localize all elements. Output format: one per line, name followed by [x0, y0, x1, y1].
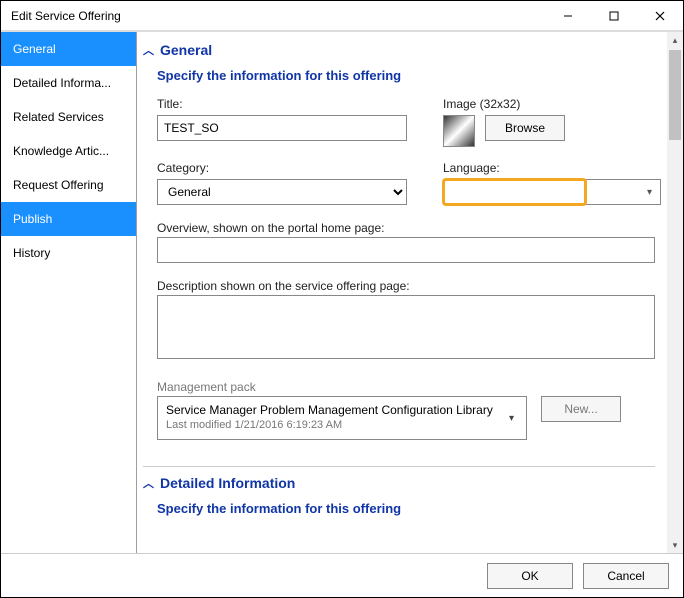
scroll-up-icon[interactable]: ▴: [667, 32, 683, 48]
section-subtitle: Specify the information for this offerin…: [143, 62, 655, 97]
description-label: Description shown on the service offerin…: [157, 279, 410, 293]
sidebar: General Detailed Informa... Related Serv…: [1, 32, 137, 553]
overview-label: Overview, shown on the portal home page:: [157, 221, 384, 235]
ok-button[interactable]: OK: [487, 563, 573, 589]
management-pack-select[interactable]: Service Manager Problem Management Confi…: [157, 396, 527, 440]
language-label: Language:: [443, 161, 661, 175]
title-label: Title:: [157, 97, 417, 111]
image-thumbnail: [443, 115, 475, 147]
content-pane: ︿ General Specify the information for th…: [137, 32, 667, 553]
highlight-box: [442, 178, 587, 206]
category-label: Category:: [157, 161, 417, 175]
section-title: Detailed Information: [160, 475, 295, 491]
close-button[interactable]: [637, 1, 683, 31]
cancel-button[interactable]: Cancel: [583, 563, 669, 589]
description-input[interactable]: [157, 295, 655, 359]
image-label: Image (32x32): [443, 97, 655, 111]
chevron-down-icon: ▾: [505, 413, 518, 424]
section-header-general[interactable]: ︿ General: [143, 40, 655, 62]
sidebar-item-request-offering[interactable]: Request Offering: [1, 168, 136, 202]
scrollbar-thumb[interactable]: [669, 50, 681, 140]
sidebar-item-detailed-information[interactable]: Detailed Informa...: [1, 66, 136, 100]
language-select[interactable]: ▾: [443, 179, 661, 205]
section-divider: [143, 466, 655, 467]
overview-input[interactable]: [157, 237, 655, 263]
window-title: Edit Service Offering: [11, 9, 545, 23]
title-input[interactable]: [157, 115, 407, 141]
management-pack-modified: Last modified 1/21/2016 6:19:23 AM: [166, 418, 505, 433]
chevron-up-icon: ︿: [143, 42, 154, 58]
title-bar: Edit Service Offering: [1, 1, 683, 31]
minimize-button[interactable]: [545, 1, 591, 31]
browse-button[interactable]: Browse: [485, 115, 565, 141]
dialog-footer: OK Cancel: [1, 553, 683, 597]
chevron-up-icon: ︿: [143, 475, 154, 491]
maximize-button[interactable]: [591, 1, 637, 31]
new-mp-button[interactable]: New...: [541, 396, 621, 422]
scrollbar[interactable]: ▴ ▾: [667, 32, 683, 553]
management-pack-name: Service Manager Problem Management Confi…: [166, 403, 505, 418]
category-select[interactable]: General: [157, 179, 407, 205]
section-subtitle: Specify the information for this offerin…: [143, 495, 655, 524]
management-pack-label: Management pack: [157, 380, 256, 394]
section-header-detailed[interactable]: ︿ Detailed Information: [143, 473, 655, 495]
sidebar-item-publish[interactable]: Publish: [1, 202, 136, 236]
sidebar-item-history[interactable]: History: [1, 236, 136, 270]
sidebar-item-related-services[interactable]: Related Services: [1, 100, 136, 134]
chevron-down-icon: ▾: [647, 187, 652, 198]
section-title: General: [160, 42, 212, 58]
sidebar-item-general[interactable]: General: [1, 32, 136, 66]
sidebar-item-knowledge-articles[interactable]: Knowledge Artic...: [1, 134, 136, 168]
scroll-down-icon[interactable]: ▾: [667, 537, 683, 553]
